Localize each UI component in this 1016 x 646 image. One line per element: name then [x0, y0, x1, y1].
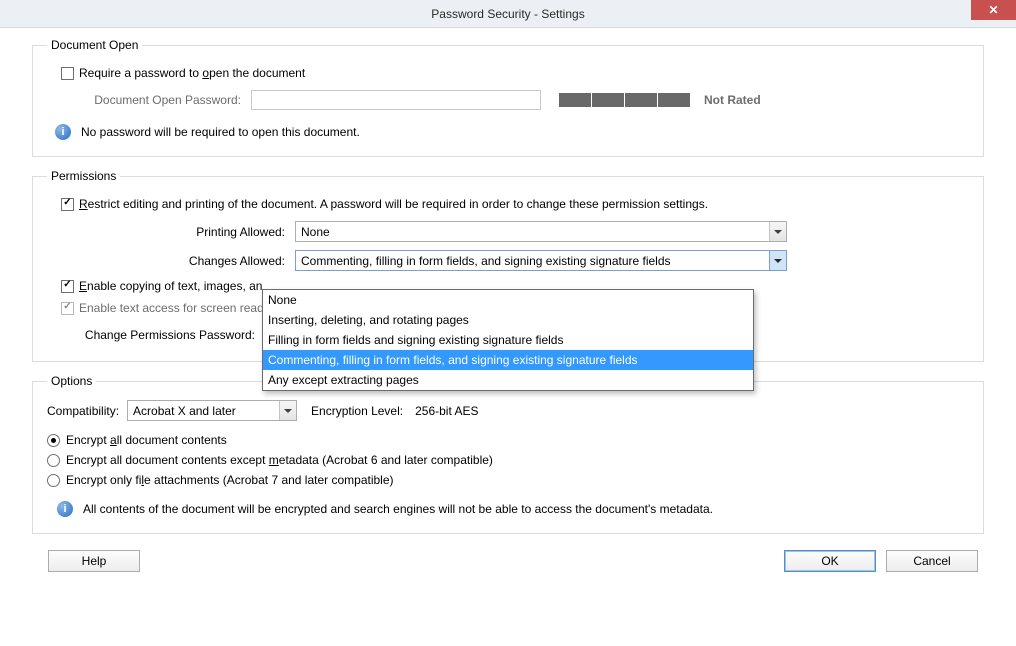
- restrict-label: Restrict editing and printing of the doc…: [79, 197, 708, 211]
- ok-button-label: OK: [821, 554, 838, 568]
- require-password-label: Require a password to open the document: [79, 66, 305, 80]
- strength-bar: [559, 93, 591, 107]
- dropdown-arrow-icon: [279, 401, 296, 420]
- changes-allowed-dropdown-list[interactable]: None Inserting, deleting, and rotating p…: [262, 289, 754, 391]
- doc-open-info-row: i No password will be required to open t…: [55, 124, 969, 140]
- printing-allowed-row: Printing Allowed: None: [77, 221, 969, 242]
- help-button[interactable]: Help: [48, 550, 140, 572]
- compatibility-row: Compatibility: Acrobat X and later Encry…: [47, 400, 969, 421]
- doc-open-password-input: [251, 90, 541, 110]
- encrypt-all-row: Encrypt all document contents: [47, 433, 969, 447]
- changes-allowed-row: Changes Allowed: Commenting, filling in …: [77, 250, 969, 271]
- changes-option-selected[interactable]: Commenting, filling in form fields, and …: [263, 350, 753, 370]
- printing-allowed-select[interactable]: None: [295, 221, 787, 242]
- cancel-button-label: Cancel: [913, 554, 950, 568]
- encryption-level-label: Encryption Level:: [311, 404, 403, 418]
- printing-allowed-value: None: [301, 225, 330, 239]
- compatibility-select[interactable]: Acrobat X and later: [127, 400, 297, 421]
- encrypt-attachments-label: Encrypt only file attachments (Acrobat 7…: [66, 473, 394, 487]
- encrypt-except-metadata-row: Encrypt all document contents except met…: [47, 453, 969, 467]
- doc-open-password-row: Document Open Password: Not Rated: [61, 90, 969, 110]
- ok-button[interactable]: OK: [784, 550, 876, 572]
- changes-option[interactable]: Filling in form fields and signing exist…: [263, 330, 753, 350]
- enable-copy-label: Enable copying of text, images, an: [79, 279, 262, 293]
- window-close-button[interactable]: ✕: [971, 0, 1016, 20]
- enable-screen-reader-label: Enable text access for screen reade: [79, 301, 270, 315]
- help-button-label: Help: [82, 554, 107, 568]
- strength-bar: [625, 93, 657, 107]
- button-bar: Help OK Cancel: [16, 546, 1000, 580]
- info-icon: i: [57, 501, 73, 517]
- encrypt-attachments-radio[interactable]: [47, 474, 60, 487]
- options-info-row: i All contents of the document will be e…: [57, 501, 969, 517]
- strength-bar: [592, 93, 624, 107]
- encrypt-all-radio[interactable]: [47, 434, 60, 447]
- options-group: Options Compatibility: Acrobat X and lat…: [32, 374, 984, 534]
- encrypt-except-metadata-label: Encrypt all document contents except met…: [66, 453, 493, 467]
- doc-open-password-label: Document Open Password:: [61, 93, 251, 107]
- compatibility-value: Acrobat X and later: [133, 404, 236, 418]
- encryption-level-value: 256-bit AES: [415, 404, 478, 418]
- enable-screen-reader-checkbox: [61, 302, 74, 315]
- permissions-legend: Permissions: [47, 169, 120, 183]
- printing-allowed-label: Printing Allowed:: [77, 225, 295, 239]
- document-open-legend: Document Open: [47, 38, 142, 52]
- restrict-checkbox[interactable]: [61, 198, 74, 211]
- changes-allowed-value: Commenting, filling in form fields, and …: [301, 254, 671, 268]
- encrypt-all-label: Encrypt all document contents: [66, 433, 227, 447]
- require-password-checkbox[interactable]: [61, 67, 74, 80]
- enable-copy-checkbox[interactable]: [61, 280, 74, 293]
- compatibility-label: Compatibility:: [47, 404, 119, 418]
- encrypt-except-metadata-radio[interactable]: [47, 454, 60, 467]
- password-strength-meter: [559, 93, 690, 107]
- password-strength-label: Not Rated: [704, 93, 761, 107]
- changes-option[interactable]: Any except extracting pages: [263, 370, 753, 390]
- info-icon: i: [55, 124, 71, 140]
- options-legend: Options: [47, 374, 96, 388]
- dropdown-arrow-icon: [769, 222, 786, 241]
- changes-allowed-label: Changes Allowed:: [77, 254, 295, 268]
- dropdown-arrow-icon: [769, 251, 786, 270]
- options-info-text: All contents of the document will be enc…: [83, 502, 713, 516]
- require-password-row: Require a password to open the document: [61, 66, 969, 80]
- close-icon: ✕: [988, 3, 998, 17]
- strength-bar: [658, 93, 690, 107]
- window-title: Password Security - Settings: [431, 7, 584, 21]
- changes-option[interactable]: None: [263, 290, 753, 310]
- encrypt-attachments-row: Encrypt only file attachments (Acrobat 7…: [47, 473, 969, 487]
- changes-allowed-select[interactable]: Commenting, filling in form fields, and …: [295, 250, 787, 271]
- restrict-row: Restrict editing and printing of the doc…: [61, 197, 969, 211]
- change-permissions-password-label: Change Permissions Password:: [61, 328, 265, 342]
- doc-open-info-text: No password will be required to open thi…: [81, 125, 360, 139]
- changes-option[interactable]: Inserting, deleting, and rotating pages: [263, 310, 753, 330]
- titlebar: Password Security - Settings ✕: [0, 0, 1016, 28]
- cancel-button[interactable]: Cancel: [886, 550, 978, 572]
- document-open-group: Document Open Require a password to open…: [32, 38, 984, 157]
